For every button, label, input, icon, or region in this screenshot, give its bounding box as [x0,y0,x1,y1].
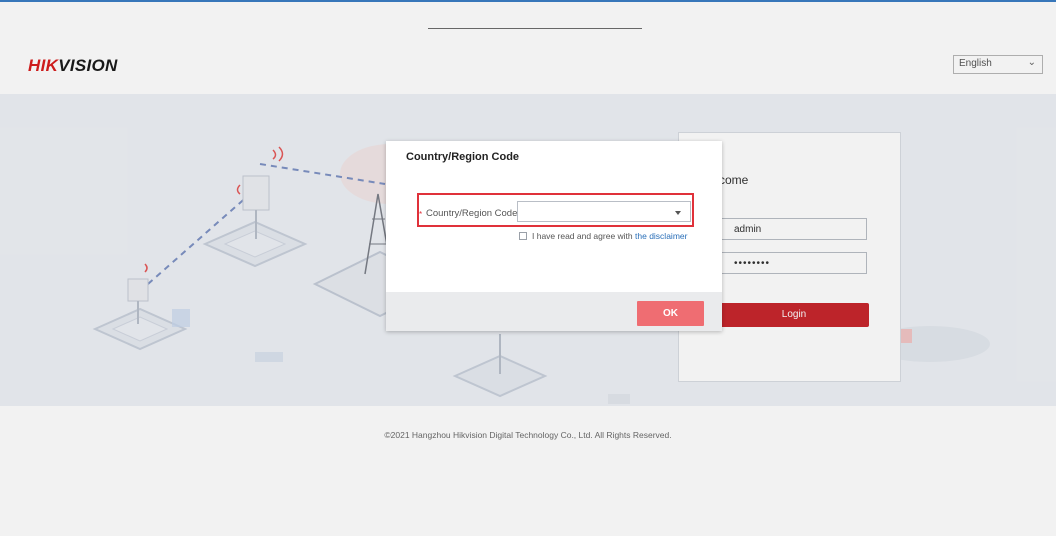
ok-button[interactable]: OK [637,301,704,326]
disclaimer-link[interactable]: the disclaimer [635,231,687,241]
agree-checkbox[interactable] [519,232,527,240]
caret-down-icon [675,211,681,215]
country-region-dialog: Country/Region Code * Country/Region Cod… [386,141,722,331]
country-region-label: Country/Region Code [426,208,518,219]
disclaimer-agree-row: I have read and agree with the disclaime… [519,231,687,241]
dialog-title: Country/Region Code [406,151,520,163]
dialog-footer: OK [386,292,722,331]
required-marker: * [419,210,423,219]
country-region-select[interactable] [517,201,691,222]
agree-text: I have read and agree with [532,231,636,241]
